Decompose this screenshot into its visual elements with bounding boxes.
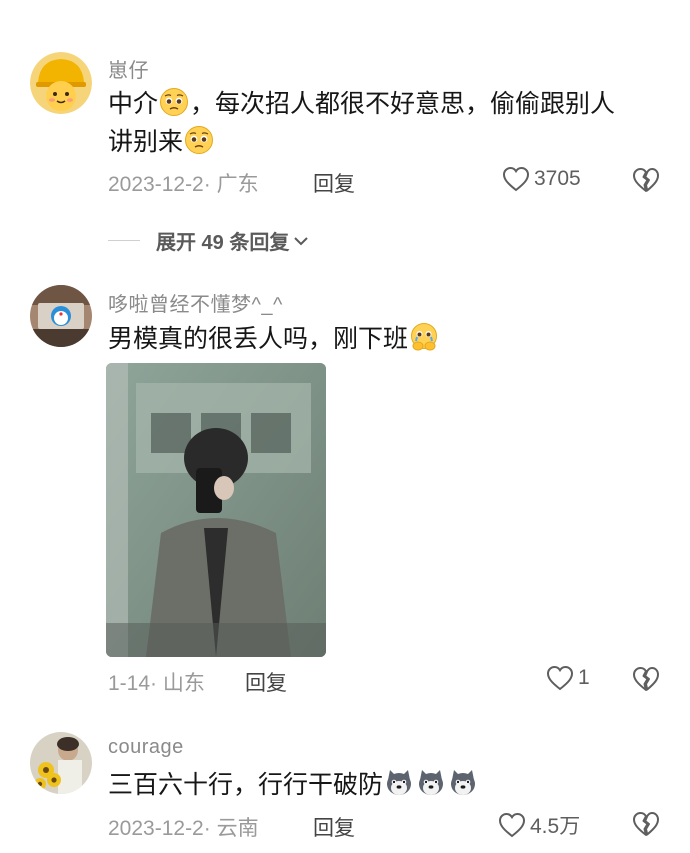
username[interactable]: 崽仔 [108, 54, 149, 83]
doraemon-avatar-icon [30, 285, 92, 347]
helmet-face-avatar-icon [30, 52, 92, 114]
heart-icon [546, 665, 574, 691]
husky-dog-emoji-icon [451, 770, 476, 795]
comment-text-part: 男模真的很丢人吗，刚下班 [108, 325, 409, 353]
comment-text: 中介 ，每次招人都很不好意思，偷偷跟别人 讲别来 [108, 85, 668, 161]
comment-text: 男模真的很丢人吗，刚下班 [108, 320, 668, 358]
pleading-face-emoji-icon [160, 88, 189, 116]
mirror-selfie-icon [106, 363, 326, 657]
username[interactable]: courage [108, 736, 184, 759]
mirror-selfie-photo[interactable] [106, 363, 326, 657]
dislike-button[interactable] [632, 811, 660, 842]
avatar[interactable] [30, 732, 92, 794]
comment-text-part: 三百六十行，行行干破防 [108, 771, 384, 799]
comment-text-part: 中介 [108, 90, 159, 118]
comment-text-part: ，每次招人都很不好意思，偷偷跟别人 [190, 90, 616, 118]
reply-button[interactable]: 回复 [245, 667, 287, 697]
like-count: 4.5万 [530, 815, 581, 838]
husky-dog-emoji-icon [419, 770, 444, 795]
crying-hands-emoji-icon [411, 323, 438, 351]
broken-heart-icon [633, 812, 659, 836]
divider [108, 240, 140, 241]
like-count: 1 [578, 666, 590, 689]
pleading-face-emoji-icon [185, 126, 214, 154]
reply-button[interactable]: 回复 [313, 168, 355, 198]
avatar[interactable] [30, 285, 92, 347]
comment-text-part: 讲别来 [108, 128, 184, 156]
username[interactable]: 哆啦曾经不懂梦^_^ [108, 288, 283, 317]
like-button[interactable]: 3705 [502, 166, 581, 192]
broken-heart-icon [633, 667, 659, 691]
like-button[interactable]: 4.5万 [498, 810, 580, 840]
reply-button[interactable]: 回复 [313, 812, 355, 842]
sunflower-avatar-icon [30, 732, 92, 794]
comment-date-location: 2023-12-2· 云南 [108, 817, 259, 840]
avatar[interactable] [30, 52, 92, 114]
comment-date-location: 2023-12-2· 广东 [108, 173, 259, 196]
heart-icon [498, 812, 526, 838]
comment-text: 三百六十行，行行干破防 [108, 766, 668, 804]
expand-replies-label: 展开 49 条回复 [156, 232, 290, 254]
chevron-down-icon [294, 236, 309, 245]
dislike-button[interactable] [632, 666, 660, 697]
expand-replies-button[interactable]: 展开 49 条回复 [108, 226, 310, 255]
heart-icon [502, 166, 530, 192]
dislike-button[interactable] [632, 167, 660, 198]
comment-date-location: 1-14· 山东 [108, 672, 205, 695]
husky-dog-emoji-icon [387, 770, 412, 795]
broken-heart-icon [633, 168, 659, 192]
like-count: 3705 [534, 167, 581, 190]
like-button[interactable]: 1 [546, 665, 590, 691]
